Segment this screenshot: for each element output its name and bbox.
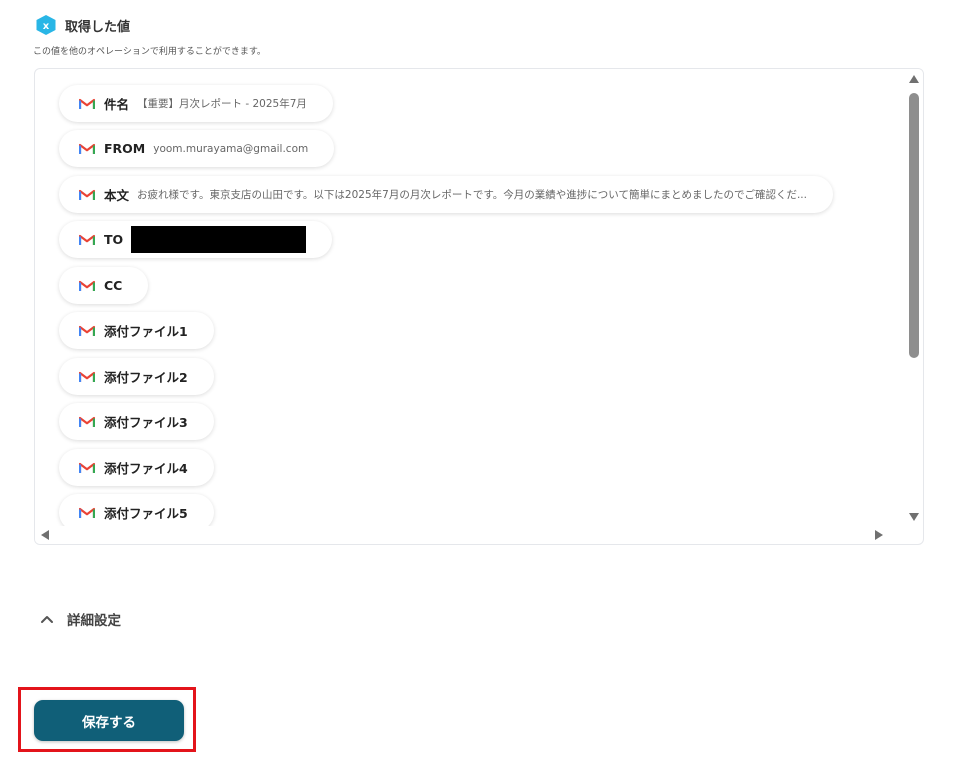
value-chip-to[interactable]: TO [59,221,333,258]
value-text: yoom.murayama@gmail.com [153,142,309,155]
gmail-icon [79,371,95,382]
value-chip-attachment-4[interactable]: 添付ファイル4 [59,449,214,486]
value-label: FROM [104,141,146,156]
scroll-left-arrow-icon[interactable] [41,530,49,540]
horizontal-scrollbar[interactable] [35,526,907,544]
advanced-settings-toggle[interactable]: 詳細設定 [40,607,121,631]
value-text: お疲れ様です。東京支店の山田です。以下は2025年7月の月次レポートです。今月の… [137,189,807,201]
value-label: 本文 [104,188,130,203]
gmail-icon [79,189,95,200]
value-label: CC [104,278,123,293]
value-label: TO [104,232,124,247]
x-variable-icon: x [36,15,56,35]
value-chip-attachment-3[interactable]: 添付ファイル3 [59,403,214,440]
scroll-down-arrow-icon[interactable] [909,513,919,521]
value-chip-from[interactable]: FROM yoom.murayama@gmail.com [59,130,335,167]
gmail-icon [79,462,95,473]
value-chip-attachment-5[interactable]: 添付ファイル5 [59,494,214,527]
chevron-up-icon [41,616,53,623]
value-label: 添付ファイル5 [104,506,188,521]
gmail-icon [79,416,95,427]
scroll-right-arrow-icon[interactable] [875,530,883,540]
horizontal-scroll-track[interactable] [55,526,867,544]
section-description: この値を他のオペレーションで利用することができます。 [33,47,266,57]
value-label: 添付ファイル2 [104,370,188,385]
gmail-icon [79,143,95,154]
value-chip-cc[interactable]: CC [59,267,149,304]
value-text: 【重要】月次レポート - 2025年7月 [137,98,307,110]
section-title: 取得した値 [65,19,131,35]
advanced-settings-label: 詳細設定 [67,613,121,629]
vertical-scroll-thumb[interactable] [909,93,919,358]
gmail-icon [79,234,95,245]
scroll-up-arrow-icon[interactable] [909,75,919,83]
save-button[interactable]: 保存する [34,700,184,741]
vertical-scrollbar[interactable] [906,69,923,527]
value-label: 添付ファイル1 [104,324,188,339]
retrieved-values-panel: 件名 【重要】月次レポート - 2025年7月 FROM yoom.muraya… [34,68,924,545]
svg-text:x: x [43,21,50,32]
value-chip-attachment-2[interactable]: 添付ファイル2 [59,358,214,395]
gmail-icon [79,325,95,336]
gmail-icon [79,507,95,518]
value-label: 添付ファイル4 [104,461,188,476]
value-list: 件名 【重要】月次レポート - 2025年7月 FROM yoom.muraya… [35,69,907,527]
value-label: 添付ファイル3 [104,415,188,430]
value-chip-subject[interactable]: 件名 【重要】月次レポート - 2025年7月 [59,85,333,122]
value-chip-body[interactable]: 本文 お疲れ様です。東京支店の山田です。以下は2025年7月の月次レポートです。… [59,176,833,213]
value-label: 件名 [104,97,130,112]
gmail-icon [79,98,95,109]
value-chip-attachment-1[interactable]: 添付ファイル1 [59,312,214,349]
section-header: x 取得した値 [35,14,130,36]
redacted-value [131,226,307,253]
gmail-icon [79,280,95,291]
